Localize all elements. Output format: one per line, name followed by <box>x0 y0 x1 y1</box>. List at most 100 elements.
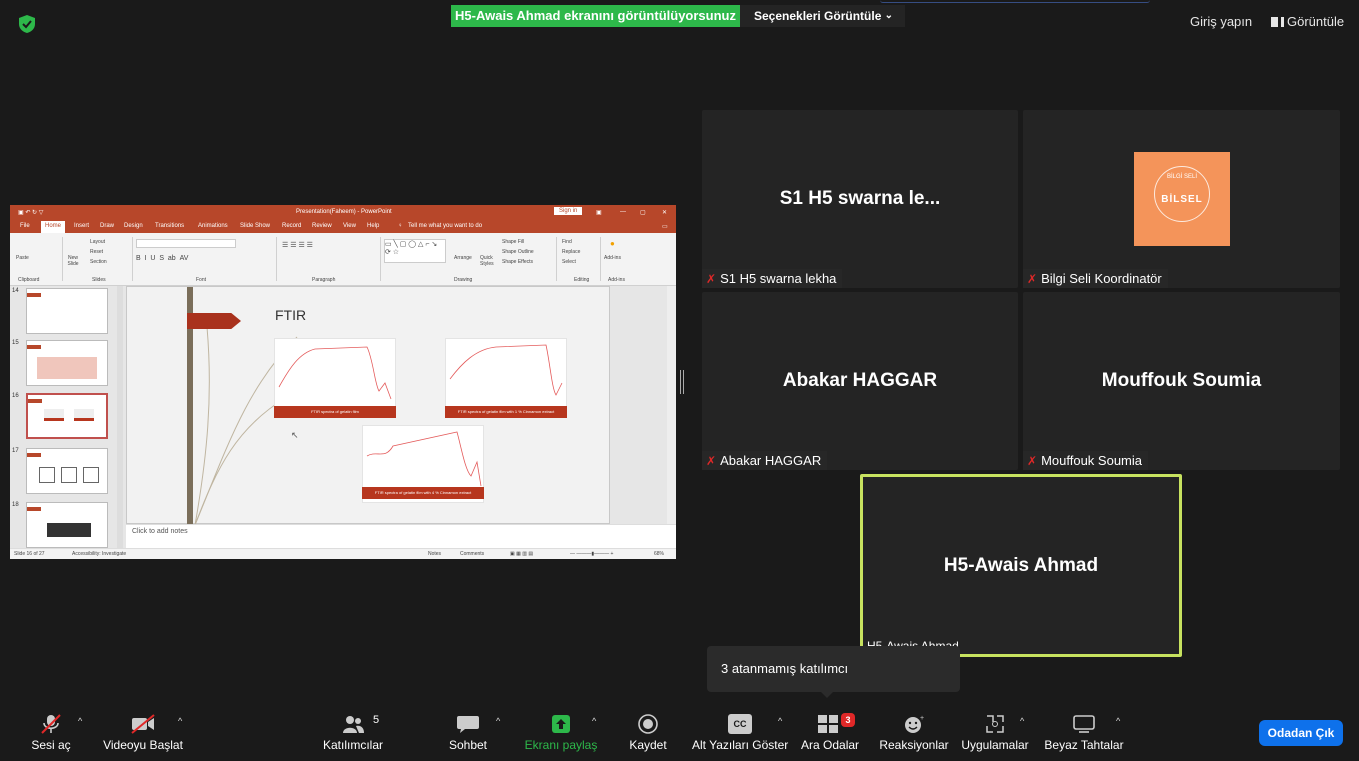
tab-animations[interactable]: Animations <box>198 223 228 229</box>
notes-pane[interactable]: Click to add notes <box>126 524 676 539</box>
leave-room-button[interactable]: Odadan Çık <box>1259 720 1343 746</box>
minimize-icon[interactable]: — <box>620 209 626 215</box>
tab-design[interactable]: Design <box>124 223 143 229</box>
captions-options-caret-icon[interactable]: ^ <box>778 716 782 726</box>
share-screen-button[interactable]: Ekranı paylaş <box>521 704 601 761</box>
font-name-box[interactable] <box>136 239 236 248</box>
chat-bubble-icon <box>457 716 479 733</box>
save-icon[interactable]: ▣ ↶ ↻ ▽ <box>18 209 43 216</box>
paste-button[interactable]: Paste <box>16 255 29 261</box>
whiteboard-options-caret-icon[interactable]: ^ <box>1116 716 1120 726</box>
zoom-slider[interactable]: — ———▮——— + <box>570 551 613 557</box>
add-ins-button[interactable]: Add-ins <box>604 255 621 261</box>
select-button[interactable]: Select <box>562 259 576 265</box>
participants-button[interactable]: 5 Katılımcılar <box>316 704 390 761</box>
comments-icon[interactable]: ▭ <box>662 223 668 230</box>
pp-sign-in-button[interactable]: Sign in <box>554 207 583 215</box>
participant-tile[interactable]: S1 H5 swarna le... ✗ S1 H5 swarna lekha <box>702 110 1018 288</box>
reset-button[interactable]: Reset <box>90 249 103 255</box>
arrange-button[interactable]: Arrange <box>454 255 472 261</box>
participant-tile[interactable]: Mouffouk Soumia ✗ Mouffouk Soumia <box>1023 292 1340 470</box>
current-slide[interactable]: FTIR FTIR spectra of gelatin film FTIR s… <box>126 286 610 525</box>
replace-button[interactable]: Replace <box>562 249 580 255</box>
panel-splitter[interactable] <box>680 370 684 394</box>
section-button[interactable]: Section <box>90 259 107 265</box>
apps-button[interactable]: Uygulamalar <box>958 704 1032 761</box>
view-mode-icons[interactable]: ▣ ▦ ▥ ▤ <box>510 551 533 557</box>
comments-button[interactable]: Comments <box>460 551 484 557</box>
tab-file[interactable]: File <box>20 223 30 229</box>
view-button[interactable]: Görüntüle <box>1271 14 1344 29</box>
maximize-icon[interactable]: ▢ <box>640 209 646 216</box>
zoom-level[interactable]: 68% <box>654 551 664 557</box>
participant-name-label: ✗ Mouffouk Soumia <box>1023 451 1148 470</box>
chat-button[interactable]: Sohbet <box>443 704 493 761</box>
quick-styles-button[interactable]: Quick Styles <box>480 255 498 267</box>
ribbon-display-icon[interactable]: ▣ <box>596 209 602 216</box>
start-video-button[interactable]: Videoyu Başlat <box>96 704 190 761</box>
tab-record[interactable]: Record <box>282 223 301 229</box>
shapes-gallery[interactable]: ▭ ╲ ▢ ◯ △ ⌐ ↘ ⟳ ☆ <box>384 239 446 263</box>
thumbnails-scrollbar[interactable] <box>117 286 123 548</box>
tab-draw[interactable]: Draw <box>100 223 114 229</box>
slide-thumbnail[interactable] <box>26 448 108 494</box>
security-shield-icon[interactable] <box>18 14 36 34</box>
reactions-button[interactable]: + Reaksiyonlar <box>876 704 952 761</box>
add-ins-icon[interactable]: ● <box>610 239 615 248</box>
show-captions-button[interactable]: CC Alt Yazıları Göster <box>692 704 788 761</box>
font-format-icons[interactable]: B I U S ab AV <box>136 255 188 262</box>
participant-display-name: Abakar HAGGAR <box>782 370 938 391</box>
meeting-toolbar: Sesi aç ^ Videoyu Başlat ^ 5 Katılımcıla… <box>0 704 1359 761</box>
tab-home[interactable]: Home <box>41 221 66 233</box>
accessibility-status[interactable]: Accessibility: Investigate <box>72 551 126 557</box>
shape-outline-button[interactable]: Shape Outline <box>502 249 534 255</box>
participant-name: S1 H5 swarna lekha <box>720 271 837 286</box>
breakout-rooms-button[interactable]: 3 Ara Odalar <box>801 704 860 761</box>
unmute-button[interactable]: Sesi aç <box>26 704 76 761</box>
apps-options-caret-icon[interactable]: ^ <box>1020 716 1024 726</box>
spectrum-image[interactable] <box>274 338 396 416</box>
tab-insert[interactable]: Insert <box>74 223 89 229</box>
slide-thumbnail-selected[interactable] <box>26 393 108 439</box>
shape-fill-button[interactable]: Shape Fill <box>502 239 524 245</box>
active-speaker-tile[interactable]: H5-Awais Ahmad H5-Awais Ahmad <box>860 474 1182 657</box>
view-options-button[interactable]: Seçenekleri Görüntüle ⌄ <box>740 5 905 27</box>
tab-view[interactable]: View <box>343 223 356 229</box>
audio-options-caret-icon[interactable]: ^ <box>78 716 82 726</box>
slide-scrollbar[interactable] <box>667 286 676 524</box>
window-title: Presentation(Faheem) - PowerPoint <box>296 209 392 215</box>
breakout-rooms-icon <box>818 715 838 733</box>
apps-label: Uygulamalar <box>961 738 1029 752</box>
logo-small-text: BİLGİ SELİ <box>1166 174 1197 180</box>
logo-big-text: BİLSEL <box>1161 194 1203 205</box>
tab-slide-show[interactable]: Slide Show <box>240 223 270 229</box>
shared-screen[interactable]: ▣ ↶ ↻ ▽ Presentation(Faheem) - PowerPoin… <box>10 205 676 559</box>
close-icon[interactable]: ✕ <box>662 209 667 216</box>
record-button[interactable]: Kaydet <box>624 704 672 761</box>
slide-thumbnail[interactable] <box>26 288 108 334</box>
tab-help[interactable]: Help <box>367 223 379 229</box>
sign-in-link[interactable]: Giriş yapın <box>1190 14 1252 29</box>
share-options-caret-icon[interactable]: ^ <box>592 716 596 726</box>
layout-icon <box>1271 17 1281 27</box>
breakout-rooms-label: Ara Odalar <box>801 738 860 752</box>
chat-options-caret-icon[interactable]: ^ <box>496 716 500 726</box>
shape-effects-button[interactable]: Shape Effects <box>502 259 533 265</box>
chevron-down-icon: ⌄ <box>884 10 893 21</box>
new-slide-button[interactable]: New Slide <box>66 255 80 267</box>
whiteboards-button[interactable]: Beyaz Tahtalar <box>1042 704 1126 761</box>
tab-review[interactable]: Review <box>312 223 332 229</box>
unmute-label: Sesi aç <box>31 738 71 752</box>
tab-transitions[interactable]: Transitions <box>155 223 184 229</box>
find-button[interactable]: Find <box>562 239 572 245</box>
tell-me-box[interactable]: Tell me what you want to do <box>408 223 482 229</box>
paragraph-icons[interactable]: ☰ ☰ ☰ ☰ <box>282 241 313 249</box>
spectrum-image[interactable] <box>445 338 567 416</box>
participant-tile[interactable]: Abakar HAGGAR ✗ Abakar HAGGAR <box>702 292 1018 470</box>
layout-button[interactable]: Layout <box>90 239 105 245</box>
notes-button[interactable]: Notes <box>428 551 441 557</box>
video-options-caret-icon[interactable]: ^ <box>178 716 182 726</box>
slide-thumbnail[interactable] <box>26 502 108 548</box>
slide-thumbnail[interactable] <box>26 340 108 386</box>
muted-microphone-icon <box>41 714 61 734</box>
